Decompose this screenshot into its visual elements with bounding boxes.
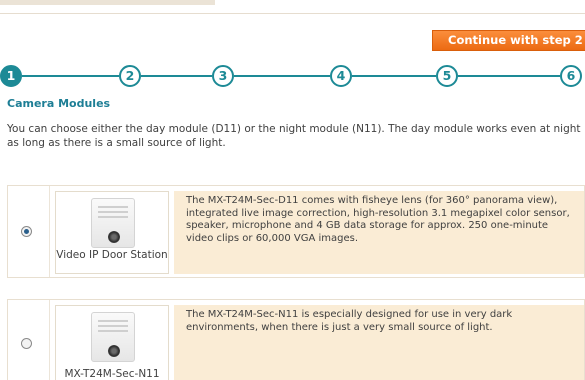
step-1[interactable]: 1 [0,65,22,87]
module-caption: MX-T24M-Sec-N11 [64,368,160,380]
module-option-d11[interactable]: Video IP Door Station The MX-T24M-Sec-D1… [7,185,585,278]
section-intro: You can choose either the day module (D1… [7,123,581,149]
step-connector [141,75,212,77]
header-strip [0,0,585,14]
step-connector [22,75,119,77]
module-description: The MX-T24M-Sec-N11 is especially design… [174,305,584,380]
continue-step-2-button[interactable]: Continue with step 2 [432,30,585,51]
radio-cell [8,300,50,380]
camera-lens [108,345,120,357]
header-bar [0,0,215,5]
module-description: The MX-T24M-Sec-D11 comes with fisheye l… [174,191,584,274]
step-2[interactable]: 2 [119,65,141,87]
step-4[interactable]: 4 [330,65,352,87]
step-connector [234,75,330,77]
door-station-camera-image [91,312,135,362]
module-d11-radio[interactable] [21,226,32,237]
module-image-cell: MX-T24M-Sec-N11 [55,305,169,380]
door-station-camera-image [91,198,135,248]
step-connector [458,75,560,77]
step-progress: 1 2 3 4 5 6 [0,64,585,88]
step-6[interactable]: 6 [560,65,582,87]
module-caption: Video IP Door Station [56,249,168,261]
module-image-cell: Video IP Door Station [55,191,169,274]
step-5[interactable]: 5 [436,65,458,87]
step-3[interactable]: 3 [212,65,234,87]
module-option-n11[interactable]: MX-T24M-Sec-N11 The MX-T24M-Sec-N11 is e… [7,299,585,380]
camera-lens [108,231,120,243]
section-title: Camera Modules [7,97,111,110]
module-n11-radio[interactable] [21,338,32,349]
radio-cell [8,186,50,277]
step-connector [352,75,436,77]
